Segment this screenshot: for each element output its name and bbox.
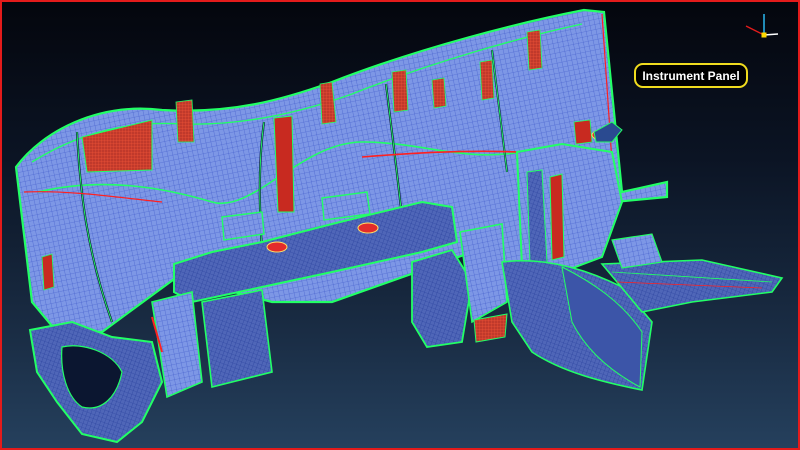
right-module <box>501 121 784 391</box>
part-label: Instrument Panel <box>634 63 748 88</box>
graphics-viewport[interactable]: Instrument Panel <box>0 0 800 450</box>
axis-triad-icon[interactable] <box>740 8 780 44</box>
